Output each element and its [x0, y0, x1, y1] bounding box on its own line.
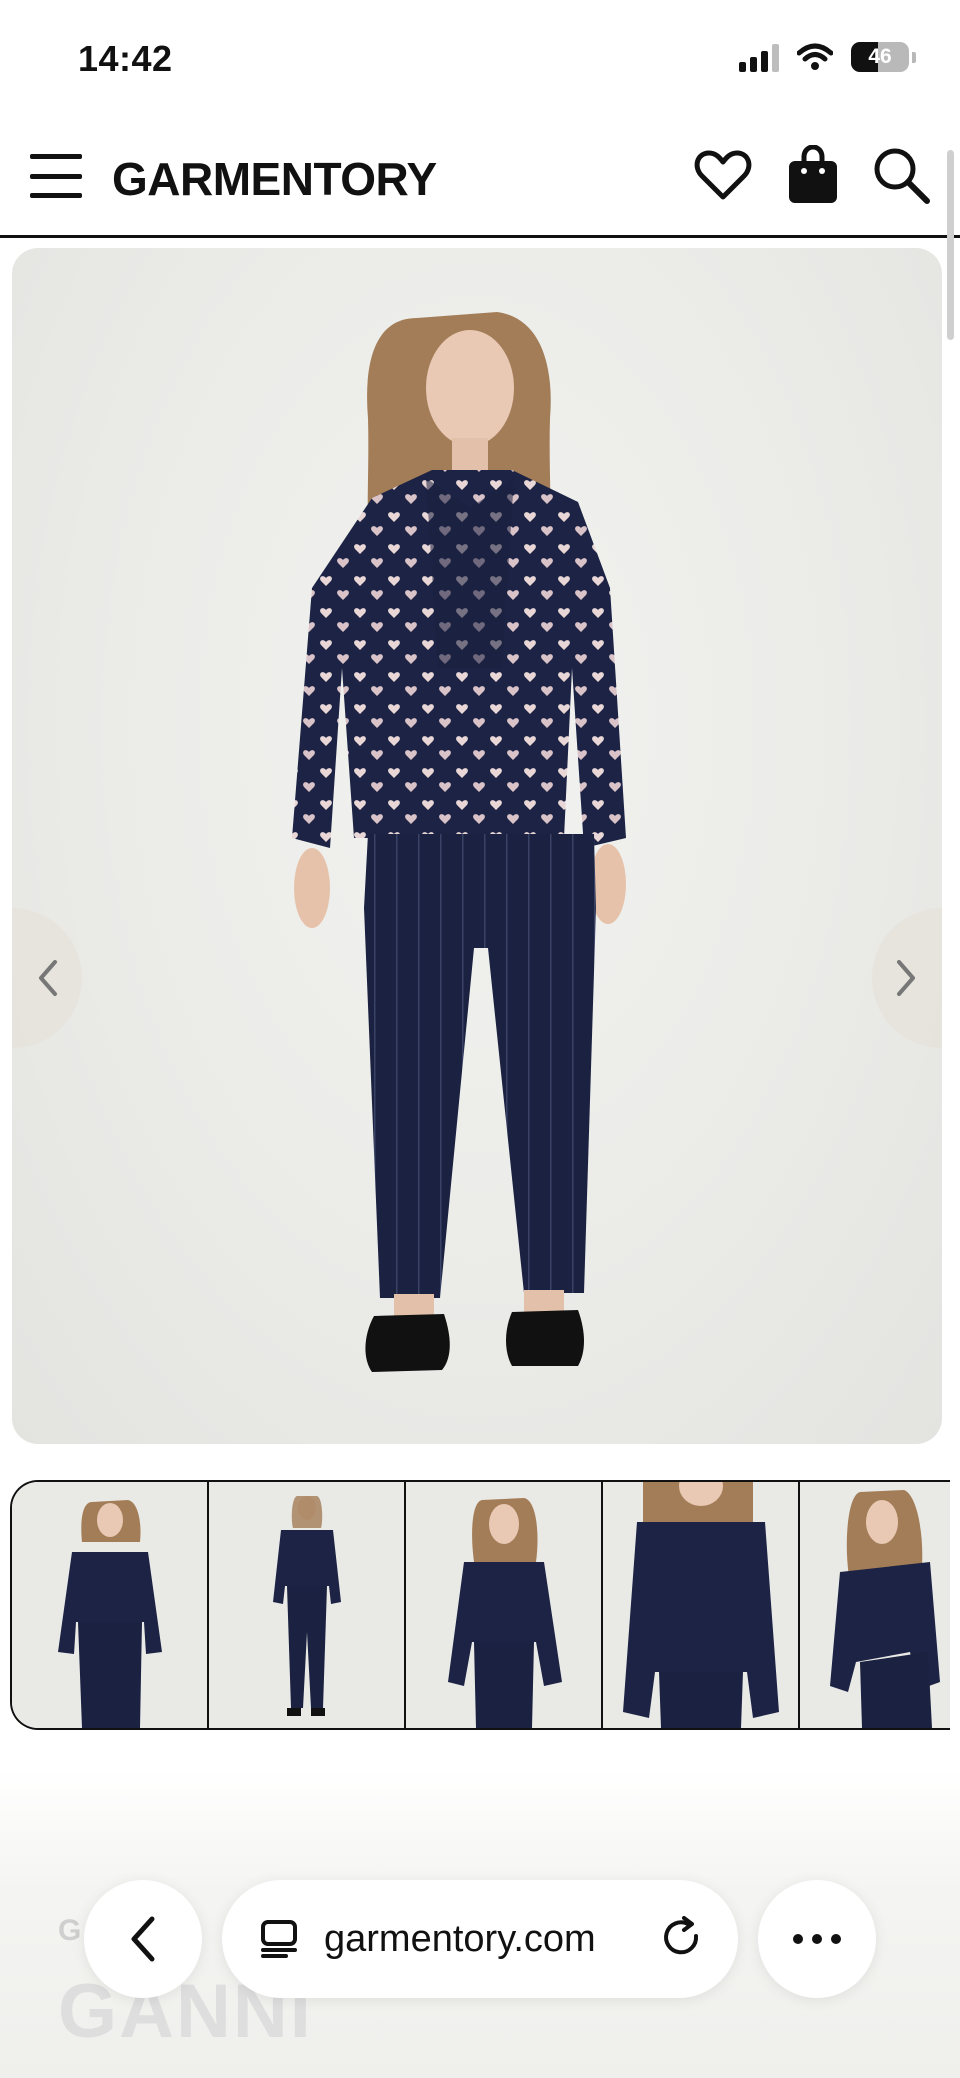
signal-icon — [739, 42, 779, 72]
thumbnail-4[interactable] — [603, 1482, 800, 1728]
wifi-icon — [797, 43, 833, 70]
battery-icon: 46 — [851, 42, 916, 72]
status-bar: 14:42 46 — [0, 0, 960, 118]
page-scrollbar[interactable] — [947, 150, 954, 340]
brand-logo[interactable]: GARMENTORY — [112, 152, 437, 206]
menu-icon[interactable] — [30, 154, 82, 198]
status-time: 14:42 — [78, 38, 173, 79]
chevron-right-icon — [897, 960, 915, 996]
thumbnail-1[interactable] — [12, 1482, 209, 1728]
reload-icon[interactable] — [660, 1916, 704, 1965]
model-illustration — [292, 312, 626, 1372]
heart-icon[interactable] — [690, 142, 756, 208]
url-text: garmentory.com — [324, 1917, 596, 1960]
thumbnail-3[interactable] — [406, 1482, 603, 1728]
more-options-button[interactable] — [758, 1880, 876, 1998]
tabs-icon — [261, 1920, 297, 1958]
site-header: GARMENTORY — [0, 118, 960, 238]
thumbnail-strip — [10, 1480, 950, 1730]
chevron-left-icon — [39, 960, 57, 996]
more-icon — [793, 1934, 841, 1944]
thumbnail-2[interactable] — [209, 1482, 406, 1728]
product-main-image[interactable] — [12, 248, 942, 1444]
shopping-bag-icon[interactable] — [780, 142, 846, 208]
address-bar[interactable]: garmentory.com — [222, 1880, 738, 1998]
search-icon[interactable] — [868, 142, 934, 208]
back-icon — [131, 1916, 155, 1962]
thumbnail-5[interactable] — [800, 1482, 950, 1728]
battery-percent: 46 — [868, 45, 892, 68]
browser-back-button[interactable] — [84, 1880, 202, 1998]
status-icons: 46 — [739, 42, 916, 72]
